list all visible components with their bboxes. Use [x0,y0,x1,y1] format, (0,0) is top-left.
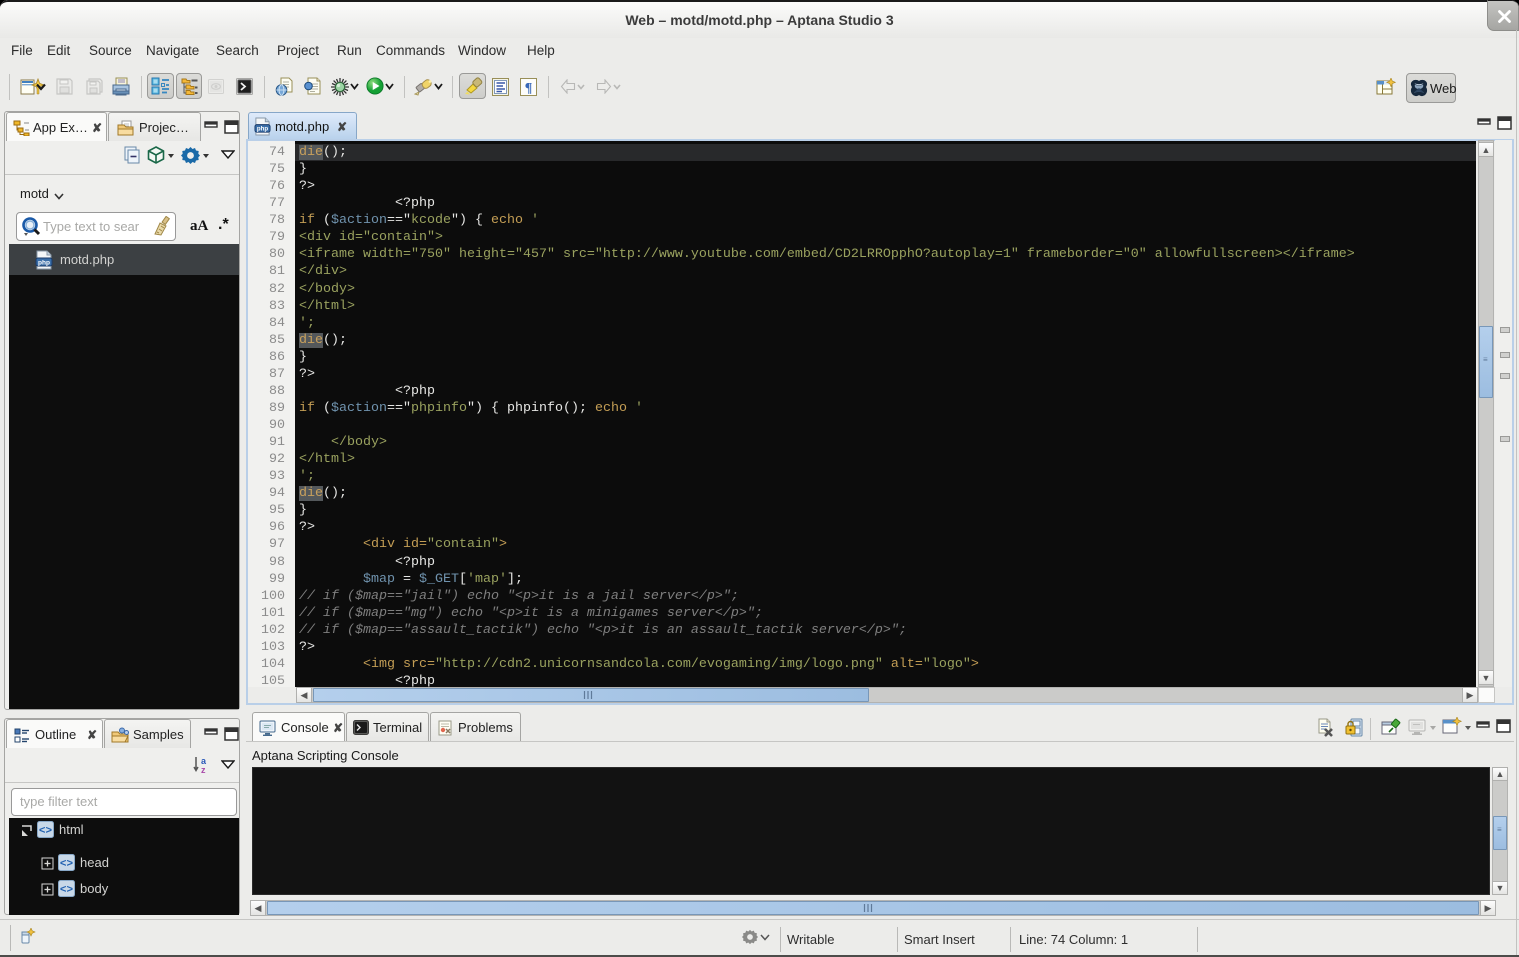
svg-text:˂˃: ˂˃ [39,826,53,838]
svg-text:php: php [257,126,268,133]
svg-text:z: z [201,765,206,774]
svg-text:php: php [38,260,50,267]
svg-text:˂˃: ˂˃ [60,859,74,871]
svg-text:¶: ¶ [525,81,533,96]
svg-text:˂˃: ˂˃ [60,885,74,897]
